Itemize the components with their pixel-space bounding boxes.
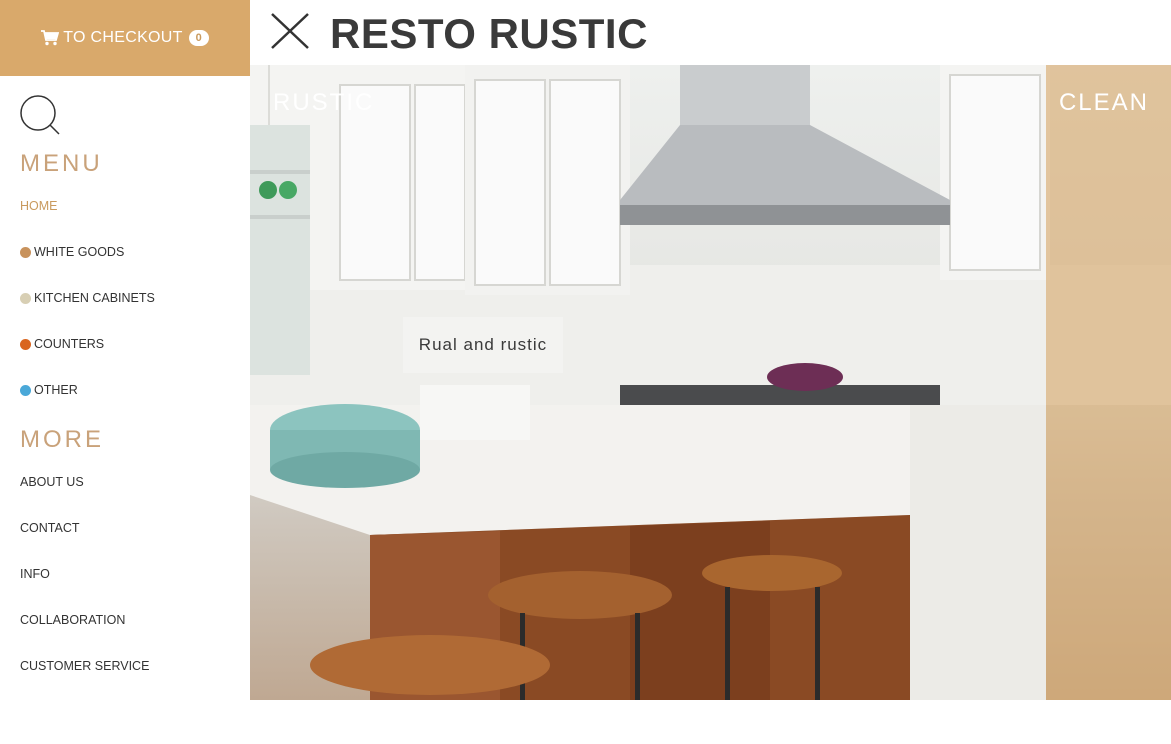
nav-item-collaboration[interactable]: COLLABORATION bbox=[20, 613, 125, 627]
hero-caption-box: Rual and rustic bbox=[403, 317, 563, 373]
nav-item-counters[interactable]: COUNTERS bbox=[20, 337, 104, 351]
hero-slider[interactable]: RUSTIC CLEAN Rual and rustic bbox=[250, 65, 1171, 700]
nav-item-label: ABOUT US bbox=[20, 475, 84, 489]
close-icon[interactable] bbox=[270, 12, 310, 50]
category-dot bbox=[20, 292, 31, 304]
nav-item-home[interactable]: HOME bbox=[20, 199, 58, 213]
sidebar: TO CHECKOUT 0 MENU HOME WHITE GOODS KITC… bbox=[0, 0, 250, 744]
nav-item-label: HOME bbox=[20, 199, 58, 213]
slide-label-rustic[interactable]: RUSTIC bbox=[273, 89, 374, 117]
slide-label-clean[interactable]: CLEAN bbox=[1059, 89, 1149, 117]
page: TO CHECKOUT 0 MENU HOME WHITE GOODS KITC… bbox=[0, 0, 1171, 744]
site-title: RESTO RUSTIC bbox=[330, 10, 648, 57]
nav-item-label: CUSTOMER SERVICE bbox=[20, 659, 150, 673]
nav-item-label: COUNTERS bbox=[34, 337, 105, 351]
nav-item-contact[interactable]: CONTACT bbox=[20, 521, 80, 535]
kitchen-photo bbox=[250, 65, 1171, 700]
checkout-button[interactable]: TO CHECKOUT 0 bbox=[0, 0, 250, 76]
clean-overlay bbox=[1046, 65, 1171, 700]
more-heading: MORE bbox=[20, 426, 104, 453]
header: RESTO RUSTIC bbox=[250, 0, 1171, 65]
category-dot bbox=[20, 246, 31, 258]
nav-item-label: INFO bbox=[20, 567, 50, 581]
nav-item-kitchen-cabinets[interactable]: KITCHEN CABINETS bbox=[20, 291, 155, 305]
category-dot bbox=[20, 384, 31, 396]
nav-item-label: OTHER bbox=[34, 383, 78, 397]
nav-item-label: WHITE GOODS bbox=[34, 245, 125, 259]
nav-item-label: KITCHEN CABINETS bbox=[34, 291, 155, 305]
search-icon[interactable] bbox=[19, 95, 61, 135]
nav-item-info[interactable]: INFO bbox=[20, 567, 50, 581]
nav-item-about-us[interactable]: ABOUT US bbox=[20, 475, 84, 489]
menu-heading: MENU bbox=[20, 150, 103, 177]
nav-item-label: COLLABORATION bbox=[20, 613, 126, 627]
nav-item-customer-service[interactable]: CUSTOMER SERVICE bbox=[20, 659, 149, 673]
category-dot bbox=[20, 338, 31, 350]
cart-icon bbox=[41, 30, 60, 46]
cart-count-badge: 0 bbox=[188, 30, 209, 46]
nav-item-other[interactable]: OTHER bbox=[20, 383, 78, 397]
hero-caption: Rual and rustic bbox=[418, 335, 548, 354]
nav-item-label: CONTACT bbox=[20, 521, 80, 535]
nav-item-white-goods[interactable]: WHITE GOODS bbox=[20, 245, 124, 259]
checkout-label: TO CHECKOUT bbox=[63, 29, 183, 46]
